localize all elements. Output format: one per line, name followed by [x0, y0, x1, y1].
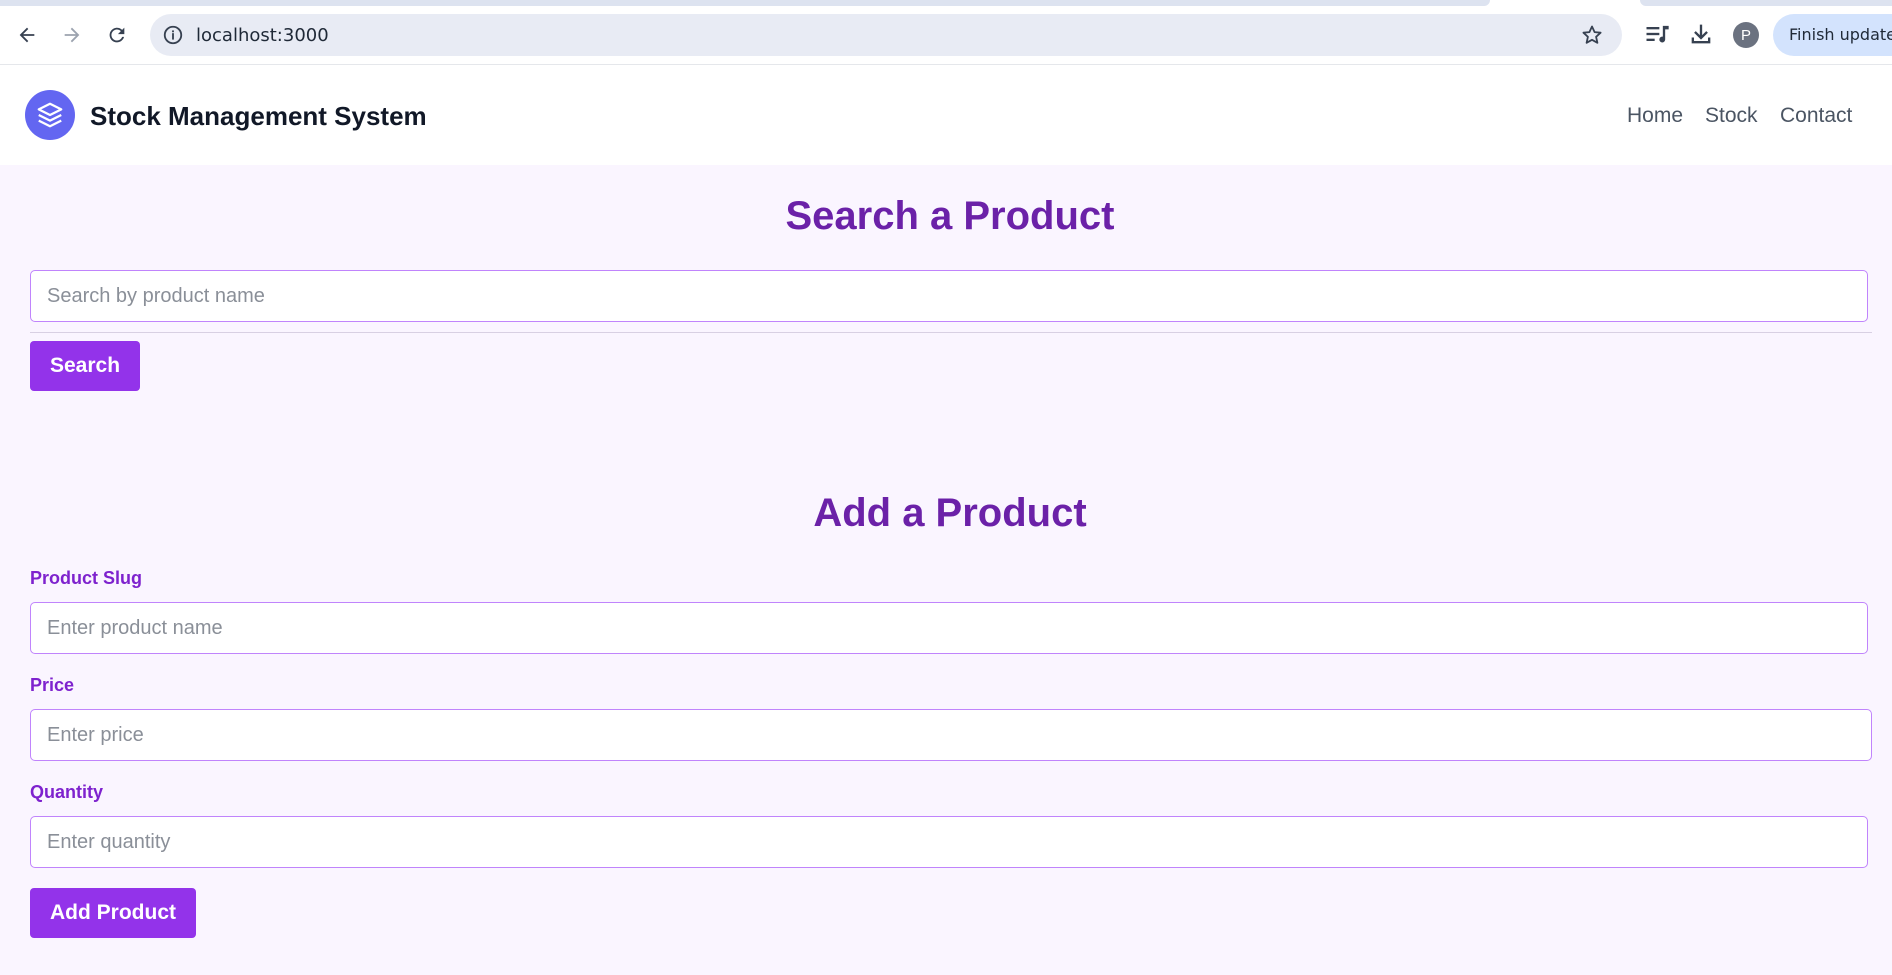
nav-link-contact[interactable]: Contact	[1780, 104, 1852, 128]
arrow-right-icon	[64, 27, 80, 43]
tab-strip-right	[1640, 0, 1892, 6]
price-input[interactable]	[30, 709, 1872, 761]
finish-update-button[interactable]: Finish update	[1773, 14, 1892, 56]
add-product-button[interactable]: Add Product	[30, 888, 196, 938]
arrow-left-icon	[19, 27, 35, 43]
profile-avatar[interactable]: P	[1733, 22, 1759, 48]
layers-icon	[37, 102, 63, 128]
product-slug-input[interactable]	[30, 602, 1868, 654]
logo[interactable]	[25, 90, 75, 140]
nav-link-stock[interactable]: Stock	[1705, 104, 1758, 128]
site-info-icon[interactable]	[162, 24, 184, 46]
media-controls-icon[interactable]	[1643, 20, 1671, 48]
address-bar[interactable]: localhost:3000	[150, 14, 1622, 56]
tab-strip	[0, 0, 1490, 6]
reload-button[interactable]	[100, 18, 134, 52]
reload-icon	[109, 27, 125, 43]
search-title: Search a Product	[785, 194, 1115, 238]
url-text[interactable]: localhost:3000	[196, 25, 329, 46]
forward-button[interactable]	[55, 18, 89, 52]
download-icon[interactable]	[1687, 20, 1715, 48]
bookmark-star-icon[interactable]	[1580, 23, 1604, 47]
divider	[30, 332, 1872, 333]
product-slug-label: Product Slug	[30, 568, 142, 588]
nav-link-home[interactable]: Home	[1627, 104, 1683, 128]
brand-title: Stock Management System	[90, 101, 427, 131]
add-product-title: Add a Product	[813, 491, 1087, 535]
back-button[interactable]	[10, 18, 44, 52]
search-button[interactable]: Search	[30, 341, 141, 391]
app-header: Stock Management System Home Stock Conta…	[0, 65, 1892, 165]
price-label: Price	[30, 675, 75, 695]
browser-toolbar: localhost:3000 P Finish update	[0, 0, 1892, 65]
quantity-input[interactable]	[30, 816, 1868, 868]
search-input[interactable]	[30, 270, 1868, 322]
quantity-label: Quantity	[30, 782, 104, 802]
